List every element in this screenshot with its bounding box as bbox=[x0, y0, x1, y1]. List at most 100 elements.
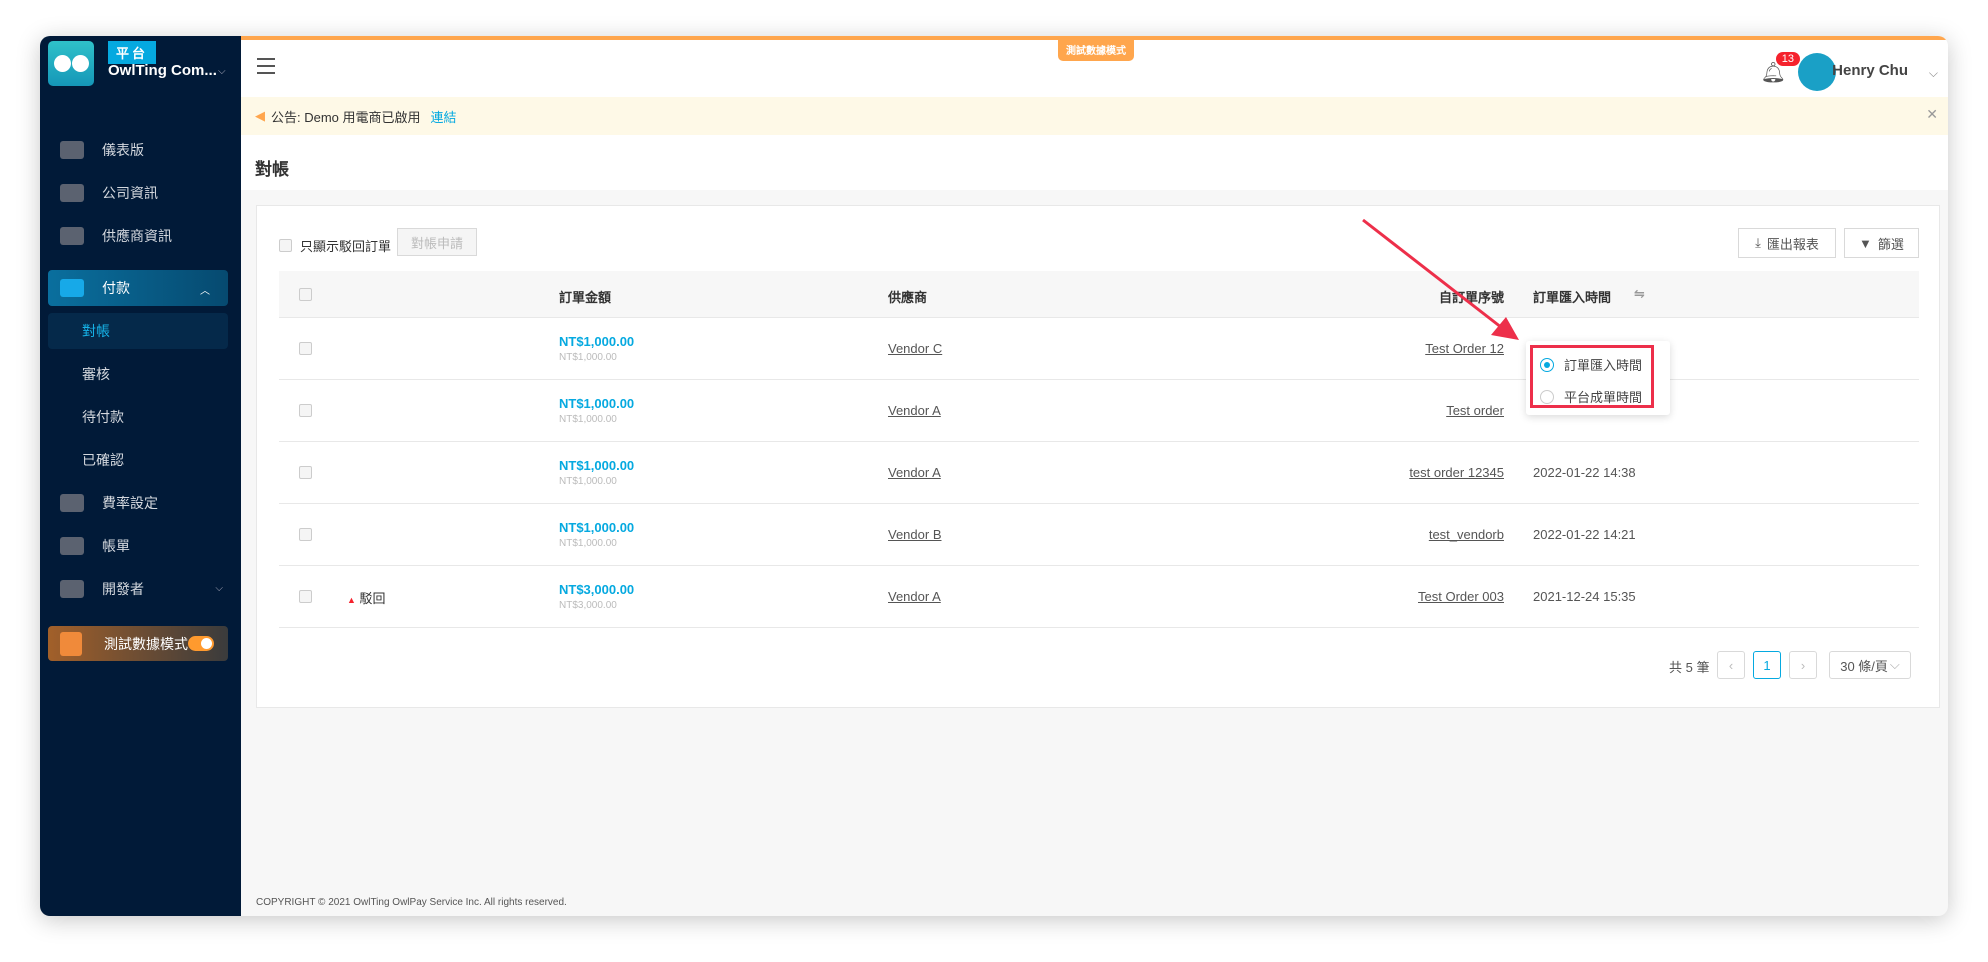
amount: NT$1,000.00 bbox=[559, 520, 635, 535]
top-bar: 測試數據模式 🔔︎ 13 Henry Chu ⌵ bbox=[241, 36, 1948, 97]
import-time: 2021-12-24 15:35 bbox=[1533, 589, 1636, 604]
table-row: NT$1,000.00 NT$1,000.00 Vendor A Test or… bbox=[279, 380, 1919, 442]
label: 儀表版 bbox=[102, 142, 144, 158]
avatar[interactable] bbox=[1798, 53, 1836, 91]
chevron-down-icon: ⌵ bbox=[1889, 657, 1900, 672]
page-1-button[interactable]: 1 bbox=[1753, 651, 1781, 679]
order-no-link[interactable]: Test Order 003 bbox=[1418, 589, 1504, 604]
order-no-link[interactable]: Test order bbox=[1446, 403, 1504, 418]
platform-badge: 平台 bbox=[108, 41, 157, 64]
page-size-select[interactable]: 30 條/頁 ⌵ bbox=[1829, 651, 1911, 679]
test-mode-toggle[interactable] bbox=[188, 636, 214, 651]
import-time: 2022-01-22 14:38 bbox=[1533, 465, 1636, 480]
chevron-down-icon[interactable]: ⌵ bbox=[1929, 66, 1938, 81]
sidebar-item-reconciliation[interactable]: 對帳 bbox=[48, 313, 228, 349]
row-checkbox[interactable] bbox=[299, 404, 312, 417]
menu-icon[interactable] bbox=[257, 58, 275, 74]
company-switcher[interactable]: OwlTing Com... bbox=[108, 62, 217, 79]
order-no-link[interactable]: Test Order 12 bbox=[1425, 341, 1504, 356]
amount: NT$1,000.00 bbox=[559, 396, 635, 411]
status-rejected: ▲ 駁回 bbox=[347, 588, 386, 607]
vendor-link[interactable]: Vendor A bbox=[888, 403, 941, 418]
vendor-link[interactable]: Vendor A bbox=[888, 465, 941, 480]
chevron-down-icon[interactable]: ⌵ bbox=[218, 66, 226, 77]
sidebar-item-bills[interactable]: 帳單 bbox=[40, 528, 241, 564]
total-count: 共 5 筆 bbox=[1669, 660, 1710, 675]
user-name[interactable]: Henry Chu bbox=[1832, 62, 1908, 79]
owl-logo bbox=[48, 41, 94, 86]
label: 付款 bbox=[102, 280, 130, 296]
announcement-text: 公告: Demo 用電商已啟用 bbox=[271, 109, 421, 125]
label: 對帳 bbox=[82, 323, 110, 339]
status-label: 駁回 bbox=[359, 591, 386, 606]
label: 費率設定 bbox=[102, 495, 158, 511]
notification-badge: 13 bbox=[1775, 52, 1800, 66]
only-rejected-label: 只顯示駁回訂單 bbox=[300, 239, 392, 254]
table-header: 訂單金額 供應商 自訂單序號 訂單匯入時間 ⇋ bbox=[279, 271, 1919, 318]
next-page-button[interactable]: › bbox=[1789, 651, 1817, 679]
import-time: 2022-01-22 14:21 bbox=[1533, 527, 1636, 542]
test-mode-panel: 測試數據模式 bbox=[48, 626, 228, 661]
announcement-link[interactable]: 連結 bbox=[431, 107, 457, 126]
row-checkbox[interactable] bbox=[299, 590, 312, 603]
row-checkbox[interactable] bbox=[299, 342, 312, 355]
chevron-down-icon: ⌵ bbox=[215, 583, 223, 594]
label: 開發者 bbox=[102, 581, 144, 597]
copyright: COPYRIGHT © 2021 OwlTing OwlPay Service … bbox=[256, 897, 567, 908]
filter-icon: ▼ bbox=[1859, 235, 1872, 251]
vendor-link[interactable]: Vendor C bbox=[888, 341, 942, 356]
payment-icon bbox=[60, 279, 84, 297]
sidebar-item-developer[interactable]: 開發者 ⌵ bbox=[40, 571, 241, 607]
amount-original: NT$3,000.00 bbox=[559, 600, 617, 611]
network-icon bbox=[60, 227, 84, 245]
sidebar-item-rates[interactable]: 費率設定 bbox=[40, 485, 241, 521]
sidebar-item-pending[interactable]: 待付款 bbox=[40, 399, 241, 435]
only-rejected-checkbox[interactable] bbox=[279, 239, 292, 252]
sidebar-item-company[interactable]: 公司資訊 bbox=[40, 175, 241, 211]
column-order-no: 自訂單序號 bbox=[1438, 290, 1504, 305]
sidebar-item-payments[interactable]: 付款 ︿ bbox=[48, 270, 228, 306]
filter-button[interactable]: ▼ 篩選 bbox=[1844, 228, 1919, 258]
label: 供應商資訊 bbox=[102, 228, 172, 244]
amount: NT$1,000.00 bbox=[559, 458, 635, 473]
label: 公司資訊 bbox=[102, 185, 158, 201]
sidebar-item-confirmed[interactable]: 已確認 bbox=[40, 442, 241, 478]
sidebar-item-dashboard[interactable]: 儀表版 bbox=[40, 132, 241, 168]
amount: NT$1,000.00 bbox=[559, 334, 635, 349]
reconciliation-card: 只顯示駁回訂單 對帳申請 ⤓ 匯出報表 ▼ 篩選 訂單金額 供應商 自訂單序號 訂單… bbox=[256, 205, 1940, 708]
order-no-link[interactable]: test order 12345 bbox=[1409, 465, 1504, 480]
amount: NT$3,000.00 bbox=[559, 582, 635, 597]
sidebar-item-review[interactable]: 審核 bbox=[40, 356, 241, 392]
building-icon bbox=[60, 184, 84, 202]
close-icon[interactable]: ✕ bbox=[1926, 106, 1938, 123]
label: 待付款 bbox=[82, 409, 124, 425]
prev-page-button[interactable]: ‹ bbox=[1717, 651, 1745, 679]
filter-label: 篩選 bbox=[1877, 236, 1904, 252]
main-area: 測試數據模式 🔔︎ 13 Henry Chu ⌵ ◀ 公告: Demo 用電商已… bbox=[241, 36, 1948, 916]
row-checkbox[interactable] bbox=[299, 528, 312, 541]
code-icon bbox=[60, 580, 84, 598]
select-all-checkbox[interactable] bbox=[299, 288, 312, 301]
server-icon bbox=[60, 631, 82, 656]
megaphone-icon: ◀ bbox=[255, 108, 265, 123]
export-button[interactable]: ⤓ 匯出報表 bbox=[1738, 228, 1836, 258]
label: 已確認 bbox=[82, 452, 124, 468]
table-row: ▲ 駁回 NT$3,000.00 NT$3,000.00 Vendor A Te… bbox=[279, 566, 1919, 628]
column-import-time[interactable]: 訂單匯入時間 bbox=[1533, 287, 1611, 306]
column-amount: 訂單金額 bbox=[559, 290, 612, 305]
sort-switch-icon[interactable]: ⇋ bbox=[1634, 286, 1645, 302]
vendor-link[interactable]: Vendor B bbox=[888, 527, 942, 542]
amount-original: NT$1,000.00 bbox=[559, 352, 617, 363]
page-size-value: 30 條/頁 bbox=[1840, 658, 1888, 674]
sidebar-item-vendors[interactable]: 供應商資訊 bbox=[40, 218, 241, 254]
amount-original: NT$1,000.00 bbox=[559, 414, 617, 425]
table-row: NT$1,000.00 NT$1,000.00 Vendor B test_ve… bbox=[279, 504, 1919, 566]
sidebar: 平台 OwlTing Com... ⌵ 儀表版 公司資訊 供應商資訊 訂單 付款… bbox=[40, 36, 241, 916]
row-checkbox[interactable] bbox=[299, 466, 312, 479]
app-window: 平台 OwlTing Com... ⌵ 儀表版 公司資訊 供應商資訊 訂單 付款… bbox=[40, 36, 1948, 916]
reconcile-request-button[interactable]: 對帳申請 bbox=[397, 228, 477, 256]
warning-triangle-icon: ▲ bbox=[347, 595, 356, 605]
column-vendor: 供應商 bbox=[888, 290, 928, 305]
order-no-link[interactable]: test_vendorb bbox=[1429, 527, 1504, 542]
vendor-link[interactable]: Vendor A bbox=[888, 589, 941, 604]
